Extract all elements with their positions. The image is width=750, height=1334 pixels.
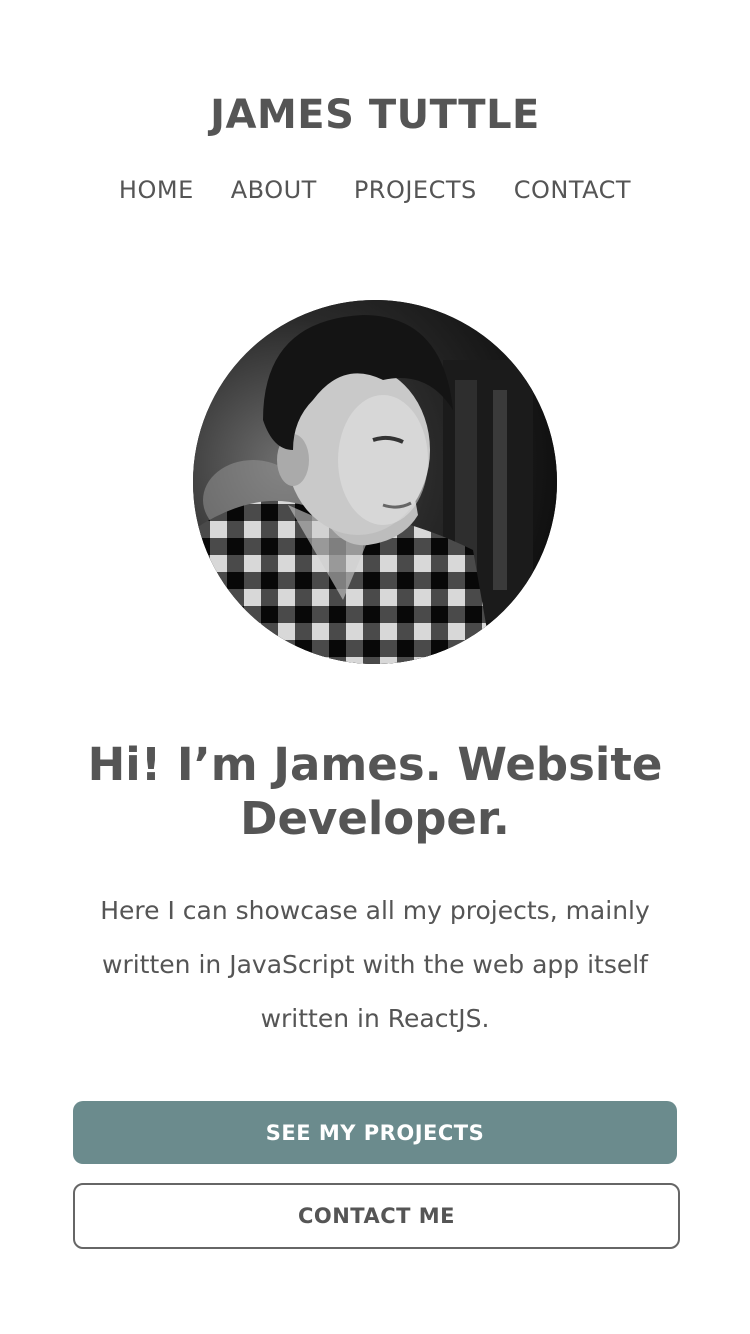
hero-intro-text: Here I can showcase all my projects, mai… (100, 896, 650, 1033)
nav-home-link[interactable]: HOME (119, 176, 194, 204)
profile-photo (193, 300, 557, 664)
nav-contact-link[interactable]: CONTACT (514, 176, 631, 204)
hero-headline-line1: Hi! I’m James. Website (87, 738, 663, 791)
main-nav: HOME ABOUT PROJECTS CONTACT (0, 176, 750, 204)
nav-about-link[interactable]: ABOUT (231, 176, 317, 204)
site-title[interactable]: JAMES TUTTLE (0, 92, 750, 138)
contact-me-button[interactable]: CONTACT ME (73, 1183, 680, 1249)
see-my-projects-button[interactable]: SEE MY PROJECTS (73, 1101, 677, 1164)
nav-projects-link[interactable]: PROJECTS (354, 176, 477, 204)
hero-headline-line2: Developer. (240, 792, 510, 845)
hero-headline: Hi! I’m James. Website Developer. (40, 738, 710, 846)
